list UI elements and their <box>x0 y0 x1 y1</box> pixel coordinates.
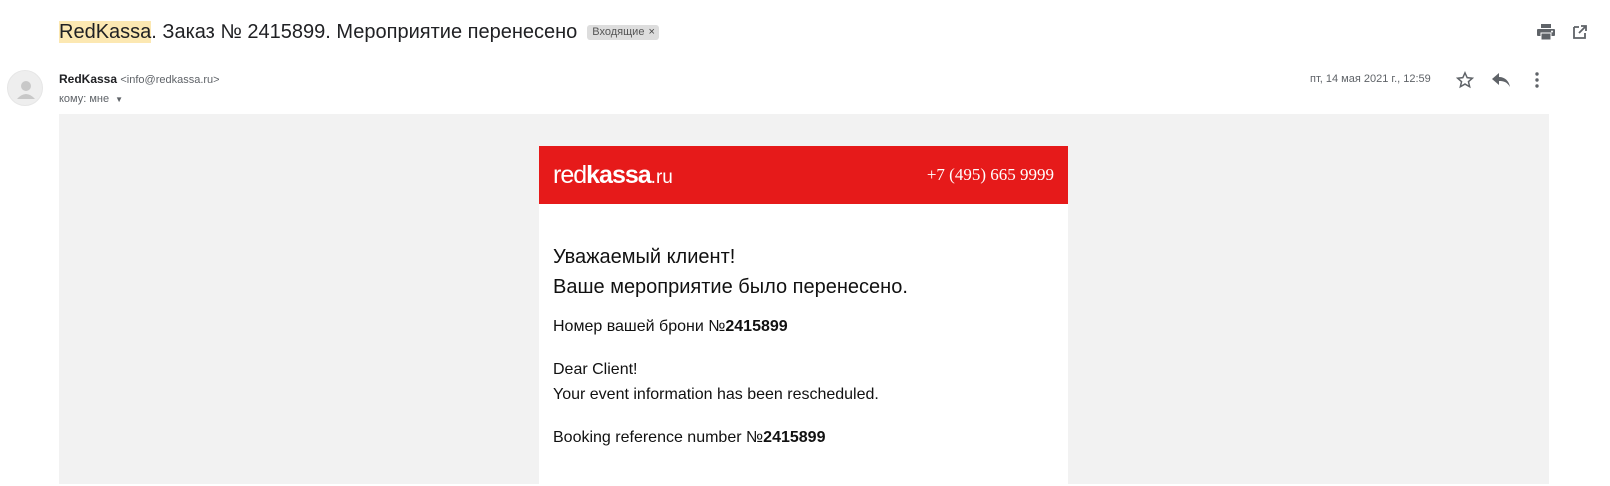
greeting-ru: Уважаемый клиент! <box>553 246 736 268</box>
sender-block: RedKassa <info@redkassa.ru> кому: мне ▼ <box>59 71 220 105</box>
print-icon[interactable] <box>1536 22 1556 42</box>
open-in-new-window-icon[interactable] <box>1570 22 1590 42</box>
subject-row: RedKassa. Заказ № 2415899. Мероприятие п… <box>59 18 659 46</box>
subject-text: . Заказ № 2415899. Мероприятие перенесен… <box>151 20 578 43</box>
inbox-label-chip[interactable]: Входящие × <box>587 24 659 40</box>
reply-icon[interactable] <box>1491 70 1511 90</box>
email-card: redkassa.ru +7 (495) 665 9999 Уважаемый … <box>539 146 1068 486</box>
remove-label-button[interactable]: × <box>648 26 654 38</box>
redkassa-logo[interactable]: redkassa.ru <box>553 161 673 190</box>
sender-avatar[interactable] <box>7 70 43 106</box>
email-date: пт, 14 мая 2021 г., 12:59 <box>1310 73 1431 85</box>
booking-number-value: 2415899 <box>725 318 788 335</box>
show-details-dropdown-icon[interactable]: ▼ <box>115 95 123 104</box>
sender-name[interactable]: RedKassa <box>59 72 117 86</box>
greeting-en: Dear Client! <box>553 361 638 378</box>
recipients-line: кому: мне ▼ <box>59 93 220 105</box>
sender-email: <info@redkassa.ru> <box>120 74 220 86</box>
recipients-text: кому: мне <box>59 93 110 105</box>
email-body: redkassa.ru +7 (495) 665 9999 Уважаемый … <box>59 114 1549 486</box>
booking-number-value: 2415899 <box>763 429 826 446</box>
message-actions <box>1455 70 1547 90</box>
email-subject: RedKassa. Заказ № 2415899. Мероприятие п… <box>59 20 578 44</box>
more-vert-icon[interactable] <box>1527 70 1547 90</box>
subject-highlight: RedKassa <box>59 20 152 43</box>
booking-number-en: Booking reference number №2415899 <box>553 429 826 446</box>
email-content: Уважаемый клиент! Ваше мероприятие было … <box>539 204 1068 450</box>
booking-number-ru: Номер вашей брони №2415899 <box>553 318 788 335</box>
message-ru: Ваше мероприятие было перенесено. <box>553 276 908 298</box>
inbox-label-text: Входящие <box>592 25 645 38</box>
message-en: Your event information has been reschedu… <box>553 386 879 403</box>
email-header-banner: redkassa.ru +7 (495) 665 9999 <box>539 146 1068 204</box>
star-icon[interactable] <box>1455 70 1475 90</box>
phone-number[interactable]: +7 (495) 665 9999 <box>927 165 1054 185</box>
top-toolbar <box>1536 22 1590 42</box>
